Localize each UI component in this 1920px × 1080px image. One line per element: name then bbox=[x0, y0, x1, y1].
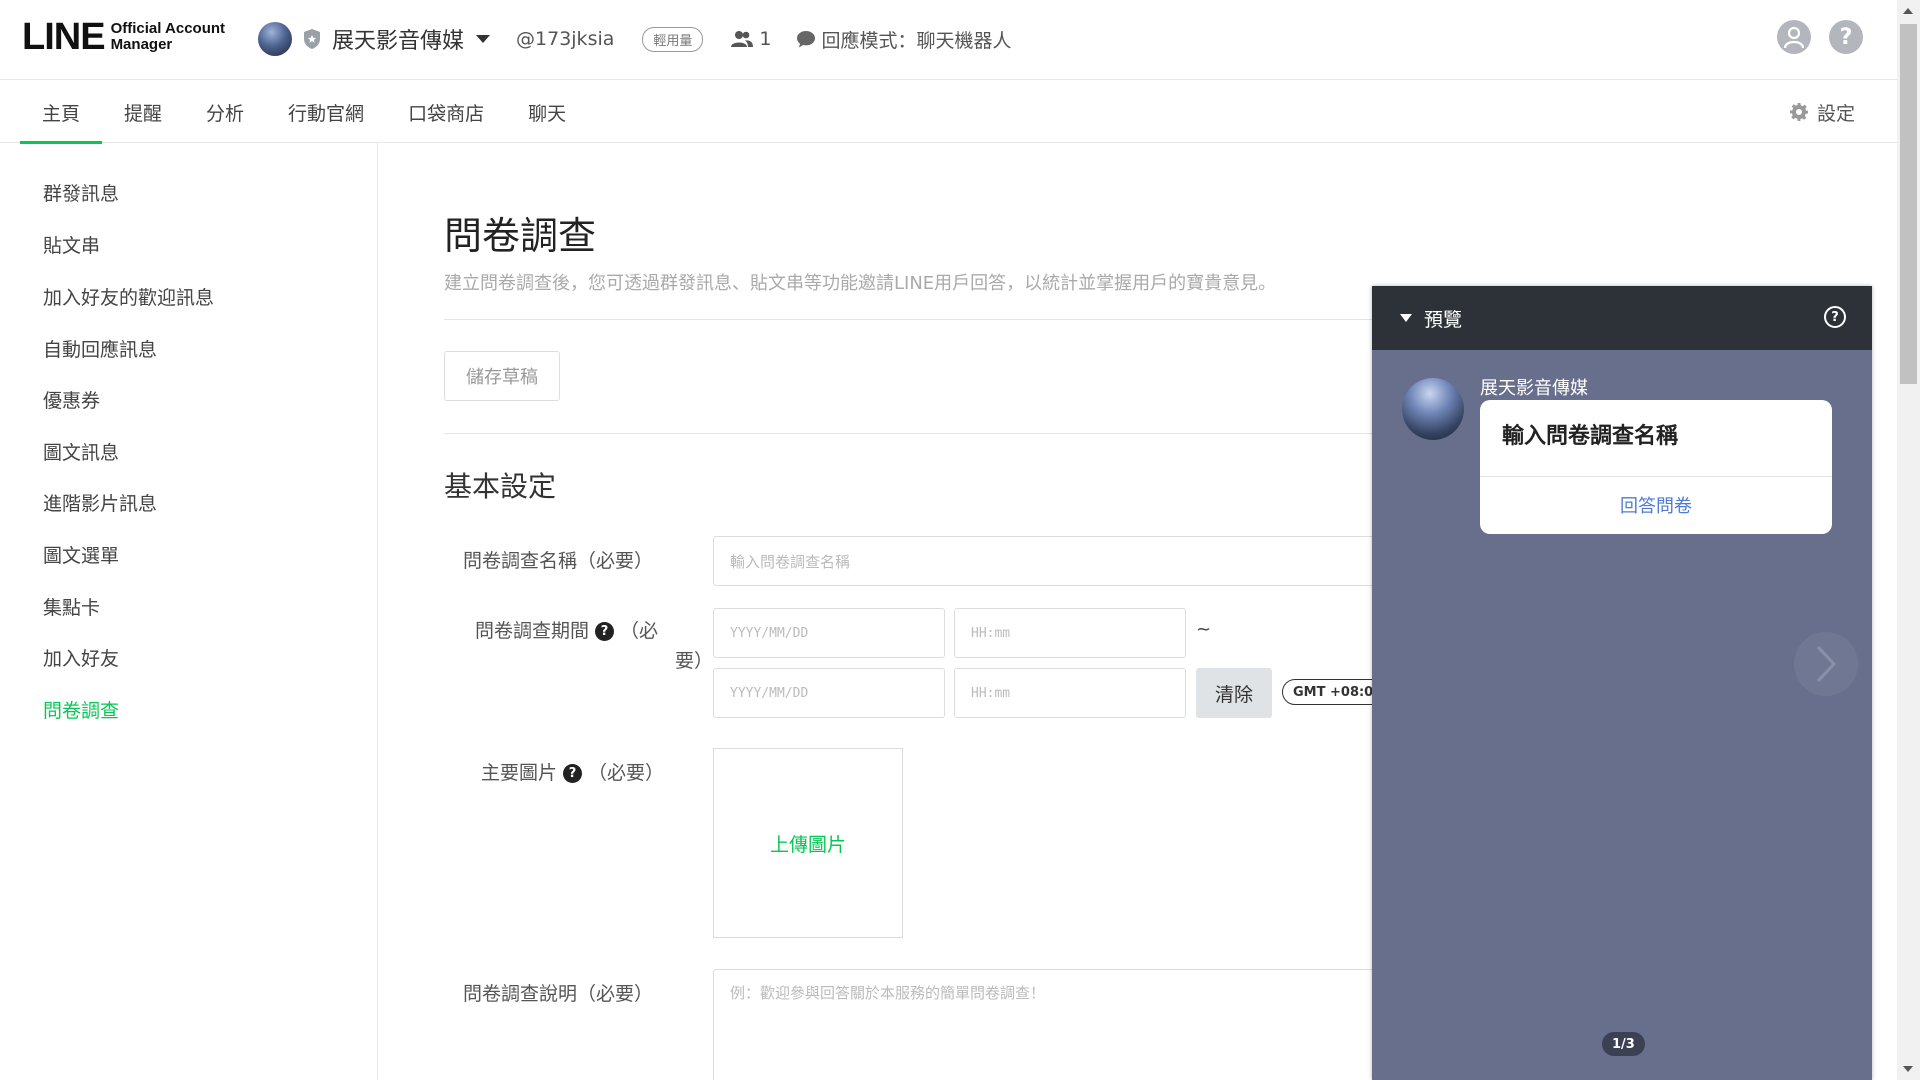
line-oa-logo[interactable]: LINE Official Account Manager bbox=[22, 18, 225, 56]
preview-pager: 1/3 bbox=[1602, 1032, 1645, 1056]
reply-mode[interactable]: 回應模式：聊天機器人 bbox=[796, 26, 1012, 53]
survey-period-label-required1: （必 bbox=[620, 620, 659, 642]
question-circle-icon[interactable]: ? bbox=[563, 764, 583, 783]
upload-image-button[interactable]: 上傳圖片 bbox=[713, 748, 903, 938]
bot-avatar bbox=[1402, 378, 1464, 440]
chevron-right-icon bbox=[1816, 645, 1837, 683]
question-circle-icon[interactable]: ? bbox=[595, 622, 615, 641]
preview-panel: 預覽 ? 展天影音傳媒 輸入問卷調查名稱 回答問卷 1/3 bbox=[1372, 286, 1872, 1080]
clear-button[interactable]: 清除 bbox=[1196, 668, 1272, 718]
sidebar-item-broadcast[interactable]: 群發訊息 bbox=[43, 179, 119, 206]
main-image-label-text: 主要圖片 bbox=[481, 762, 558, 784]
main-nav: 主頁 提醒 分析 行動官網 口袋商店 聊天 設定 bbox=[0, 81, 1897, 144]
divider bbox=[444, 433, 1514, 434]
scroll-up-arrow-icon[interactable] bbox=[1903, 8, 1913, 14]
survey-name-label: 問卷調查名稱（必要） bbox=[463, 550, 654, 572]
account-switcher[interactable]: 展天影音傳媒 @173jksia 輕用量 1 回應模式：聊天機器人 bbox=[258, 22, 1012, 56]
friends-count: 1 bbox=[731, 28, 772, 50]
survey-description-label: 問卷調查說明（必要） bbox=[463, 983, 654, 1005]
account-id: @173jksia bbox=[516, 28, 615, 50]
reply-mode-label: 回應模式：聊天機器人 bbox=[821, 29, 1012, 52]
survey-period-label-text: 問卷調查期間 bbox=[475, 620, 590, 642]
bot-name: 展天影音傳媒 bbox=[1480, 378, 1588, 399]
shield-icon bbox=[304, 29, 320, 49]
nav-tabs: 主頁 提醒 分析 行動官網 口袋商店 聊天 bbox=[20, 81, 588, 144]
scrollbar-thumb[interactable] bbox=[1900, 24, 1917, 384]
tab-mobile-site[interactable]: 行動官網 bbox=[266, 81, 386, 143]
user-profile-icon[interactable] bbox=[1777, 20, 1811, 54]
settings-link[interactable]: 設定 bbox=[1789, 81, 1855, 143]
logo-wordmark: LINE bbox=[22, 16, 106, 58]
sidebar-item-coupons[interactable]: 優惠券 bbox=[43, 386, 100, 413]
start-time-input[interactable]: HH:mm bbox=[954, 608, 1186, 658]
end-time-input[interactable]: HH:mm bbox=[954, 668, 1186, 718]
collapse-triangle-icon[interactable] bbox=[1400, 314, 1412, 322]
save-draft-button[interactable]: 儲存草稿 bbox=[444, 351, 560, 401]
survey-card-bubble: 輸入問卷調查名稱 回答問卷 bbox=[1480, 400, 1832, 534]
logo-subtitle: Official Account Manager bbox=[111, 21, 225, 53]
help-circle-icon[interactable]: ? bbox=[1824, 306, 1846, 328]
range-separator: ~ bbox=[1196, 619, 1212, 640]
preview-title: 預覽 bbox=[1424, 308, 1463, 331]
sidebar-item-reward-card[interactable]: 集點卡 bbox=[43, 593, 100, 620]
sidebar-item-auto-reply[interactable]: 自動回應訊息 bbox=[43, 335, 157, 362]
sidebar-item-rich-video[interactable]: 進階影片訊息 bbox=[43, 489, 157, 516]
friends-count-value: 1 bbox=[759, 28, 772, 50]
survey-period-label-required2: 要） bbox=[674, 650, 713, 672]
tab-home[interactable]: 主頁 bbox=[20, 81, 103, 144]
divider bbox=[444, 319, 1514, 320]
logo-subtitle-line2: Manager bbox=[110, 36, 173, 53]
answer-survey-link[interactable]: 回答問卷 bbox=[1480, 476, 1832, 534]
tab-notifications[interactable]: 提醒 bbox=[102, 81, 184, 143]
chevron-down-icon[interactable] bbox=[476, 35, 491, 43]
help-icon[interactable]: ? bbox=[1829, 20, 1863, 54]
account-avatar bbox=[258, 22, 292, 56]
plan-badge: 輕用量 bbox=[642, 26, 704, 52]
sidebar-item-timeline[interactable]: 貼文串 bbox=[43, 231, 100, 258]
sidebar-item-greeting[interactable]: 加入好友的歡迎訊息 bbox=[43, 283, 214, 310]
sidebar: 群發訊息 貼文串 加入好友的歡迎訊息 自動回應訊息 優惠券 圖文訊息 進階影片訊… bbox=[0, 143, 378, 1080]
tab-chat[interactable]: 聊天 bbox=[506, 81, 588, 143]
sidebar-item-rich-message[interactable]: 圖文訊息 bbox=[43, 438, 119, 465]
scroll-down-arrow-icon[interactable] bbox=[1903, 1066, 1913, 1072]
page-title: 問卷調查 bbox=[444, 214, 597, 258]
top-header: LINE Official Account Manager 展天影音傳媒 @17… bbox=[0, 0, 1897, 80]
tab-pocket-shop[interactable]: 口袋商店 bbox=[386, 81, 506, 143]
main-image-label: 主要圖片? （必要） bbox=[481, 758, 731, 785]
main-image-label-required: （必要） bbox=[588, 762, 665, 784]
start-date-input[interactable]: YYYY/MM/DD bbox=[713, 608, 945, 658]
section-title-basic-settings: 基本設定 bbox=[444, 470, 557, 503]
app-root: LINE Official Account Manager 展天影音傳媒 @17… bbox=[0, 0, 1920, 1080]
bubble-title: 輸入問卷調查名稱 bbox=[1502, 424, 1679, 449]
sidebar-item-add-friends[interactable]: 加入好友 bbox=[43, 644, 119, 671]
settings-label: 設定 bbox=[1816, 102, 1855, 125]
page-description: 建立問卷調查後，您可透過群發訊息、貼文串等功能邀請LINE用戶回答，以統計並掌握… bbox=[444, 273, 1277, 294]
gear-icon bbox=[1789, 103, 1808, 121]
sidebar-item-rich-menu[interactable]: 圖文選單 bbox=[43, 541, 119, 568]
tab-analytics[interactable]: 分析 bbox=[184, 81, 266, 143]
chat-bubble-icon bbox=[796, 31, 815, 48]
logo-subtitle-line1: Official Account bbox=[110, 20, 226, 37]
next-page-arrow[interactable] bbox=[1794, 632, 1858, 696]
end-date-input[interactable]: YYYY/MM/DD bbox=[713, 668, 945, 718]
sidebar-item-survey[interactable]: 問卷調查 bbox=[43, 696, 119, 723]
survey-period-label: 問卷調查期間? （必 bbox=[475, 616, 715, 643]
users-icon bbox=[731, 31, 754, 47]
preview-header[interactable]: 預覽 ? bbox=[1372, 286, 1872, 350]
person-icon bbox=[1783, 26, 1805, 49]
header-actions: ? bbox=[1777, 20, 1863, 54]
account-name: 展天影音傳媒 bbox=[332, 29, 465, 54]
